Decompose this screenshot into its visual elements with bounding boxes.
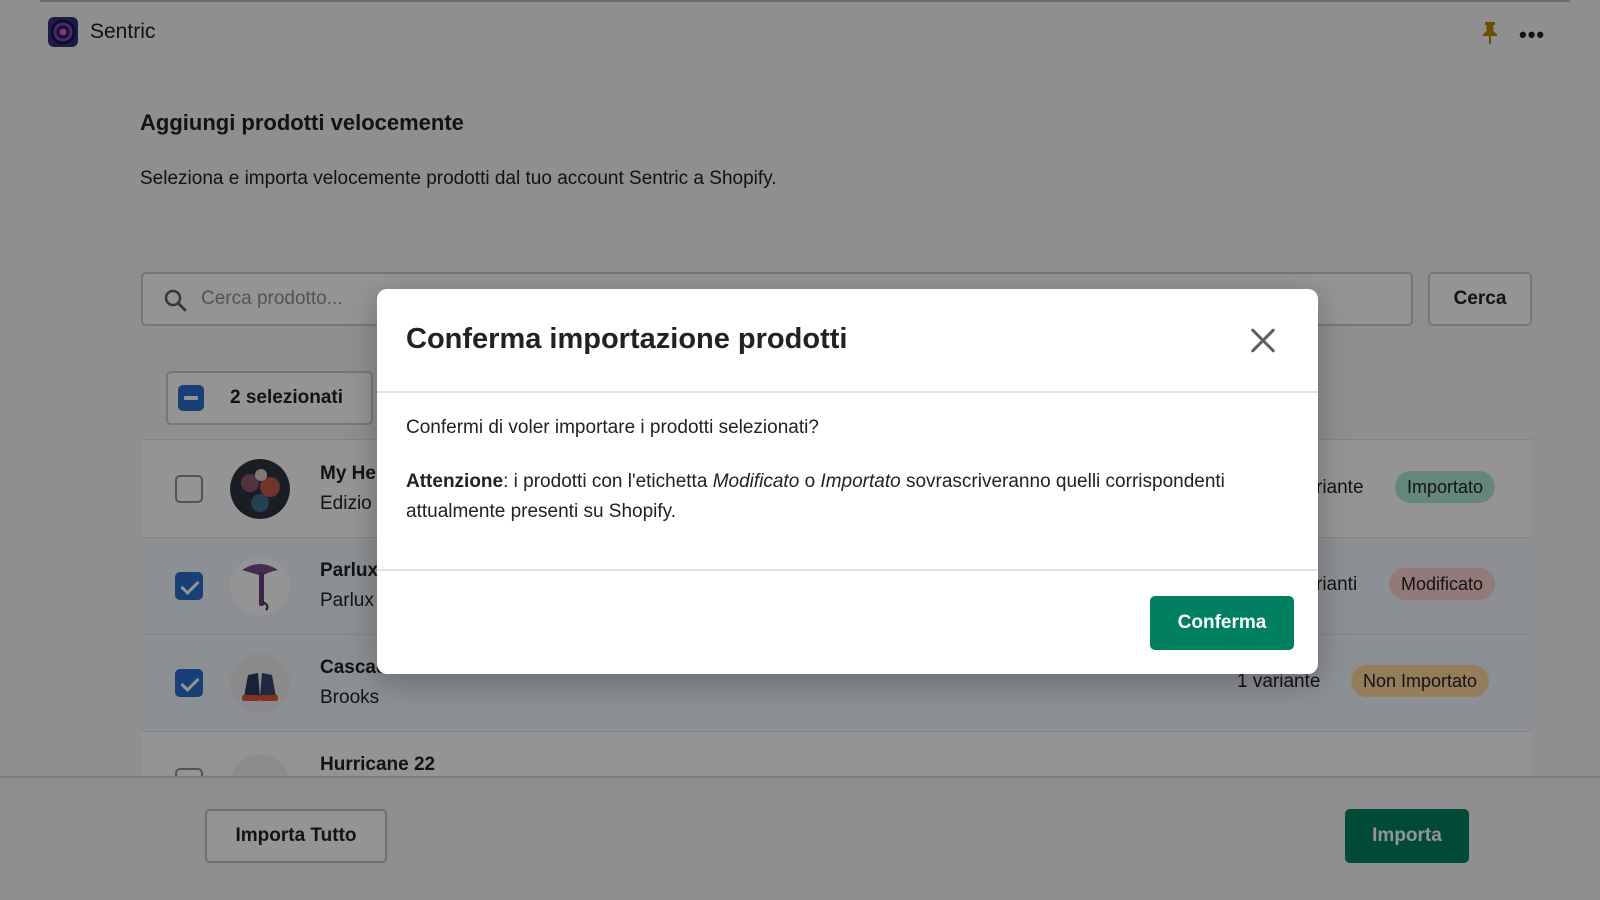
- warning-tag-imported: Importato: [820, 471, 901, 492]
- modal-header: Conferma importazione prodotti: [377, 289, 1318, 393]
- modal-title: Conferma importazione prodotti: [406, 323, 848, 355]
- warning-text: o: [799, 471, 821, 492]
- modal-question: Confermi di voler importare i prodotti s…: [406, 417, 819, 438]
- warning-label: Attenzione: [406, 471, 504, 492]
- confirm-button[interactable]: Conferma: [1150, 596, 1294, 650]
- modal-body: Confermi di voler importare i prodotti s…: [406, 413, 1286, 527]
- modal-warning: Attenzione: i prodotti con l'etichetta M…: [406, 467, 1286, 527]
- confirm-import-modal: Conferma importazione prodotti Confermi …: [377, 289, 1318, 674]
- close-icon[interactable]: [1245, 323, 1281, 359]
- warning-text: : i prodotti con l'etichetta: [503, 471, 713, 492]
- modal-footer: Conferma: [377, 569, 1318, 674]
- warning-tag-modified: Modificato: [712, 471, 800, 492]
